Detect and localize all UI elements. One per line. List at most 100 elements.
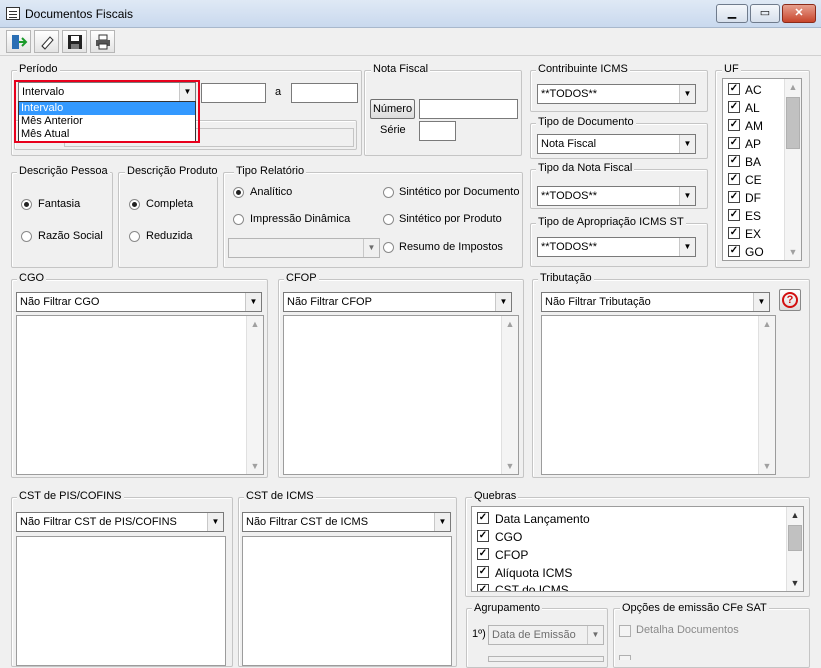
sintetico-documento-label: Sintético por Documento <box>399 186 520 198</box>
chevron-down-icon[interactable]: ▼ <box>753 293 769 311</box>
uf-checkbox[interactable]: ✓ <box>728 173 740 185</box>
cgo-select[interactable]: Não Filtrar CGO ▼ <box>16 292 262 312</box>
quebra-label: CST do ICMS <box>495 583 569 591</box>
window-icon <box>6 7 20 20</box>
print-icon[interactable] <box>90 30 115 53</box>
cst-icms-select[interactable]: Não Filtrar CST de ICMS ▼ <box>242 512 451 532</box>
save-icon[interactable] <box>62 30 87 53</box>
uf-scrollbar[interactable]: ▲ ▼ <box>784 79 801 260</box>
cfop-list[interactable]: ▲ ▼ <box>283 315 519 475</box>
chevron-down-icon[interactable]: ▼ <box>679 187 695 205</box>
impressao-dinamica-radio[interactable] <box>233 214 244 225</box>
razao-social-radio[interactable] <box>21 231 32 242</box>
window-title: Documentos Fiscais <box>25 7 134 21</box>
scroll-down-icon[interactable]: ▼ <box>759 458 775 474</box>
sintetico-documento-radio[interactable] <box>383 187 394 198</box>
scroll-thumb[interactable] <box>788 525 802 551</box>
uf-checkbox[interactable]: ✓ <box>728 227 740 239</box>
scroll-down-icon[interactable]: ▼ <box>247 458 263 474</box>
uf-checkbox[interactable]: ✓ <box>728 209 740 221</box>
completa-radio[interactable] <box>129 199 140 210</box>
uf-checkbox[interactable]: ✓ <box>728 101 740 113</box>
analitico-radio[interactable] <box>233 187 244 198</box>
tipo-documento-select[interactable]: Nota Fiscal ▼ <box>537 134 696 154</box>
numero-input[interactable] <box>419 99 518 119</box>
uf-checkbox[interactable]: ✓ <box>728 83 740 95</box>
quebra-label: CFOP <box>495 548 529 562</box>
tributacao-select[interactable]: Não Filtrar Tributação ▼ <box>541 292 770 312</box>
cst-pis-list[interactable] <box>16 536 226 666</box>
cst-icms-legend: CST de ICMS <box>244 490 316 502</box>
cst-pis-legend: CST de PIS/COFINS <box>17 490 124 502</box>
scroll-thumb[interactable] <box>786 97 800 149</box>
uf-checkbox[interactable]: ✓ <box>728 137 740 149</box>
reduzida-radio[interactable] <box>129 231 140 242</box>
cfop-legend: CFOP <box>284 272 319 284</box>
help-button[interactable]: ? <box>779 289 801 311</box>
uf-checkbox[interactable]: ✓ <box>728 191 740 203</box>
uf-checkbox[interactable]: ✓ <box>728 155 740 167</box>
scroll-down-icon[interactable]: ▼ <box>785 244 801 260</box>
uf-checkbox[interactable]: ✓ <box>728 119 740 131</box>
chevron-down-icon[interactable]: ▼ <box>207 513 223 531</box>
nota-fiscal-legend: Nota Fiscal <box>371 63 431 75</box>
scroll-down-icon[interactable]: ▼ <box>787 575 803 591</box>
contribuinte-select[interactable]: **TODOS** ▼ <box>537 84 696 104</box>
uf-checkbox[interactable]: ✓ <box>728 245 740 257</box>
toolbar <box>0 28 821 56</box>
cgo-scrollbar[interactable]: ▲ ▼ <box>246 316 263 474</box>
quebra-checkbox[interactable]: ✓ <box>477 530 489 542</box>
cfe-sat-legend: Opções de emissão CFe SAT <box>620 602 769 614</box>
quebra-checkbox[interactable]: ✓ <box>477 512 489 524</box>
sintetico-produto-radio[interactable] <box>383 214 394 225</box>
scroll-up-icon[interactable]: ▲ <box>247 316 263 332</box>
quebra-label: Data Lançamento <box>495 512 590 526</box>
eraser-icon[interactable] <box>34 30 59 53</box>
scroll-up-icon[interactable]: ▲ <box>787 507 803 523</box>
chevron-down-icon[interactable]: ▼ <box>679 85 695 103</box>
quebra-checkbox[interactable]: ✓ <box>477 548 489 560</box>
scroll-up-icon[interactable]: ▲ <box>785 79 801 95</box>
serie-input[interactable] <box>419 121 456 141</box>
quebra-checkbox[interactable]: ✓ <box>477 566 489 578</box>
tributacao-value: Não Filtrar Tributação <box>545 296 651 308</box>
cfop-select[interactable]: Não Filtrar CFOP ▼ <box>283 292 512 312</box>
cgo-list[interactable]: ▲ ▼ <box>16 315 264 475</box>
maximize-button[interactable]: ▭ <box>750 4 780 23</box>
chevron-down-icon[interactable]: ▼ <box>245 293 261 311</box>
scroll-up-icon[interactable]: ▲ <box>502 316 518 332</box>
cst-pis-select[interactable]: Não Filtrar CST de PIS/COFINS ▼ <box>16 512 224 532</box>
tributacao-scrollbar[interactable]: ▲ ▼ <box>758 316 775 474</box>
resumo-impostos-label: Resumo de Impostos <box>399 241 503 253</box>
quebra-checkbox[interactable]: ✓ <box>477 584 489 591</box>
resumo-impostos-radio[interactable] <box>383 242 394 253</box>
periodo-end-input[interactable] <box>291 83 358 103</box>
scroll-down-icon[interactable]: ▼ <box>502 458 518 474</box>
minimize-button[interactable]: ▁ <box>716 4 748 23</box>
apropriacao-select[interactable]: **TODOS** ▼ <box>537 237 696 257</box>
uf-label: AP <box>745 137 762 151</box>
desc-pessoa-group <box>11 172 113 268</box>
periodo-start-input[interactable] <box>201 83 266 103</box>
exit-icon[interactable] <box>6 30 31 53</box>
chevron-down-icon[interactable]: ▼ <box>434 513 450 531</box>
chevron-down-icon[interactable]: ▼ <box>495 293 511 311</box>
numero-button[interactable]: Número <box>370 99 415 119</box>
cst-pis-value: Não Filtrar CST de PIS/COFINS <box>20 516 177 528</box>
fantasia-radio[interactable] <box>21 199 32 210</box>
uf-label: DF <box>745 191 761 205</box>
tipo-documento-value: Nota Fiscal <box>541 138 597 150</box>
chevron-down-icon[interactable]: ▼ <box>679 238 695 256</box>
quebras-scrollbar[interactable]: ▲ ▼ <box>786 507 803 591</box>
quebra-label: CGO <box>495 530 523 544</box>
tributacao-list[interactable]: ▲ ▼ <box>541 315 776 475</box>
cst-icms-list[interactable] <box>242 536 452 666</box>
tipo-nota-select[interactable]: **TODOS** ▼ <box>537 186 696 206</box>
cfop-scrollbar[interactable]: ▲ ▼ <box>501 316 518 474</box>
analitico-label: Analítico <box>250 186 293 198</box>
contribuinte-value: **TODOS** <box>541 88 598 100</box>
chevron-down-icon[interactable]: ▼ <box>679 135 695 153</box>
scroll-up-icon[interactable]: ▲ <box>759 316 775 332</box>
close-button[interactable]: ✕ <box>782 4 816 23</box>
quebra-label: Alíquota ICMS <box>495 566 573 580</box>
